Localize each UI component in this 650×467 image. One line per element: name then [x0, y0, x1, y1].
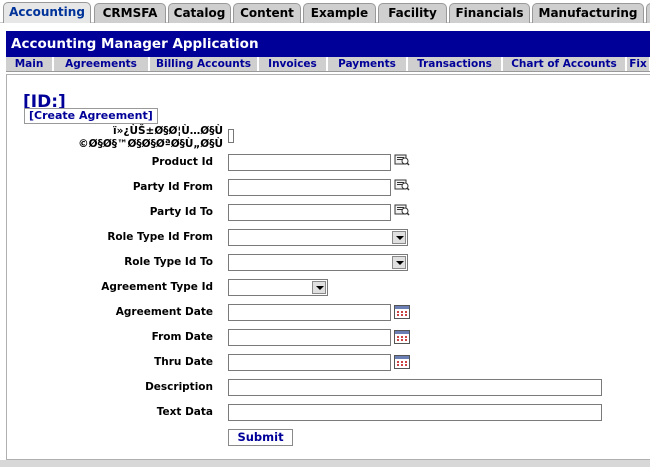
nav-payments[interactable]: Payments [328, 57, 407, 71]
app-tab-content[interactable]: Content [233, 3, 301, 23]
agreement-type-id-label: Agreement Type Id [101, 281, 213, 293]
calendar-icon[interactable] [394, 354, 410, 369]
agreement-date-label: Agreement Date [115, 306, 213, 318]
create-agreement-link[interactable]: [Create Agreement] [24, 108, 158, 124]
party-id-from-label: Party Id From [132, 181, 213, 193]
chevron-down-icon[interactable] [392, 231, 406, 244]
description-label: Description [145, 381, 213, 393]
lookup-icon[interactable] [394, 153, 410, 167]
party-id-from-input[interactable] [228, 179, 391, 196]
agreement-type-id-select[interactable] [228, 279, 328, 296]
bottom-border [0, 460, 650, 467]
submit-button[interactable]: Submit [228, 429, 293, 446]
product-id-label: Product Id [151, 156, 213, 168]
text-data-input[interactable] [228, 404, 602, 421]
product-id-input[interactable] [228, 154, 391, 171]
agreement-form-panel: [ID:] [Create Agreement] ï»¿ÙŠ±Ø§Ø¦Ù…Ø§Ù… [6, 74, 650, 460]
role-type-id-from-select[interactable] [228, 229, 408, 246]
nav-billing-accounts[interactable]: Billing Accounts [150, 57, 258, 71]
app-tab-manufacturing[interactable]: Manufacturing [532, 3, 644, 23]
from-date-label: From Date [151, 331, 213, 343]
chevron-down-icon[interactable] [312, 281, 326, 294]
app-tab-facility[interactable]: Facility [378, 3, 447, 23]
app-tab-catalog[interactable]: Catalog [168, 3, 231, 23]
thru-date-input[interactable] [228, 354, 391, 371]
app-tab-example[interactable]: Example [303, 3, 376, 23]
text-data-label: Text Data [156, 406, 213, 418]
chevron-down-icon[interactable] [392, 256, 406, 269]
nav-agreements[interactable]: Agreements [54, 57, 149, 71]
application-title-bar: Accounting Manager Application [6, 31, 650, 57]
section-nav: Main Agreements Billing Accounts Invoice… [6, 57, 650, 72]
app-tab-bar: Accounting CRMSFA Catalog Content Exampl… [0, 0, 650, 23]
garbled-label-line-1: ï»¿ÙŠ±Ø§Ø¦Ù…Ø§Ù [112, 125, 223, 137]
app-tab-overflow[interactable] [646, 3, 650, 23]
role-type-id-to-label: Role Type Id To [124, 256, 213, 268]
lookup-icon[interactable] [394, 203, 410, 217]
from-date-input[interactable] [228, 329, 391, 346]
calendar-icon[interactable] [394, 304, 410, 319]
app-tab-crmsfa[interactable]: CRMSFA [94, 3, 166, 23]
nav-fix[interactable]: Fix [627, 57, 650, 71]
nav-transactions[interactable]: Transactions [408, 57, 502, 71]
party-id-to-input[interactable] [228, 204, 391, 221]
party-id-to-label: Party Id To [149, 206, 213, 218]
garbled-field-checkbox[interactable] [228, 129, 234, 143]
calendar-icon[interactable] [394, 329, 410, 344]
thru-date-label: Thru Date [154, 356, 213, 368]
app-tab-financials[interactable]: Financials [449, 3, 530, 23]
nav-chart-of-accounts[interactable]: Chart of Accounts [503, 57, 626, 71]
lookup-icon[interactable] [394, 178, 410, 192]
role-type-id-from-label: Role Type Id From [107, 231, 213, 243]
nav-invoices[interactable]: Invoices [259, 57, 327, 71]
description-input[interactable] [228, 379, 602, 396]
role-type-id-to-select[interactable] [228, 254, 408, 271]
agreement-date-input[interactable] [228, 304, 391, 321]
app-tab-accounting[interactable]: Accounting [3, 2, 91, 23]
nav-main[interactable]: Main [6, 57, 53, 71]
garbled-label-line-2: ©Ø§Ø§™Ø§Ø§ØªØ§Ù„Ø§Ù [78, 138, 223, 150]
